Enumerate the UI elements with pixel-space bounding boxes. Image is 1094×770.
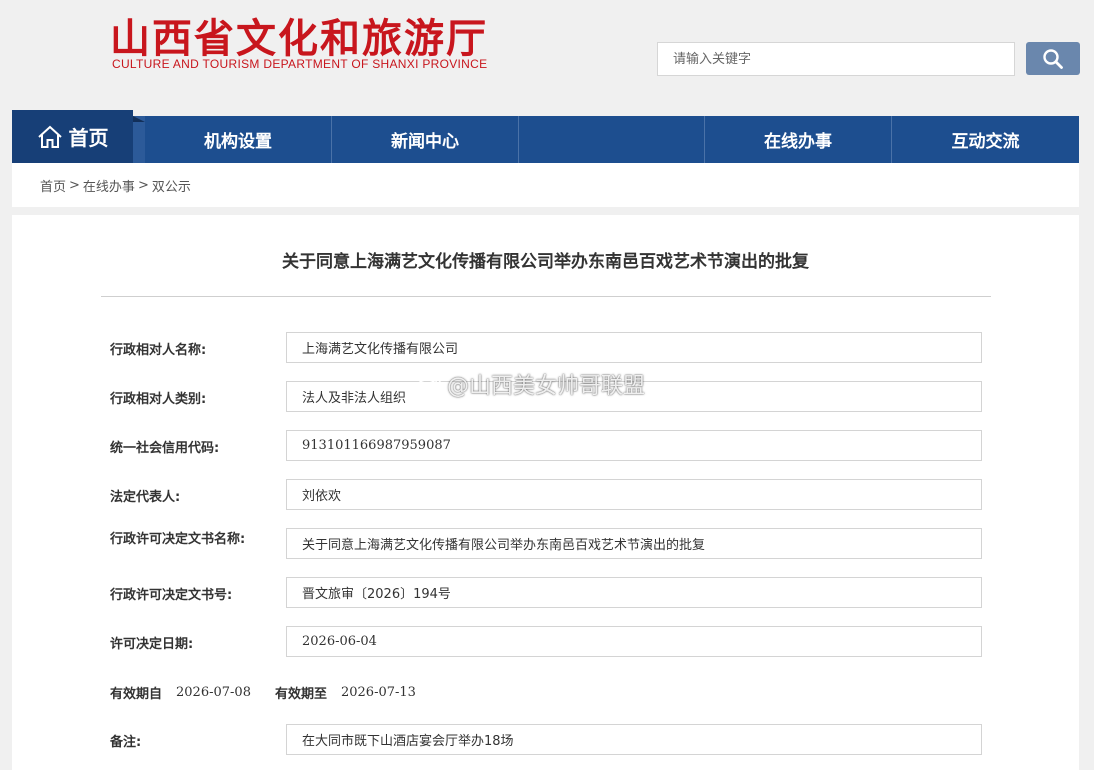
field-value-legal-rep: 刘依欢 [286,479,982,510]
field-label-party-name: 行政相对人名称: [110,343,207,358]
site-header: 山西省文化和旅游厅 CULTURE AND TOURISM DEPARTMENT… [0,0,1094,110]
watermark-text: @山西美女帅哥联盟 [447,374,646,399]
site-logo-subtitle: CULTURE AND TOURISM DEPARTMENT OF SHANXI… [112,57,488,71]
valid-to-label: 有效期至 [274,687,327,702]
valid-from-value: 2026-07-08 [176,685,251,700]
nav-accent-strip [133,116,145,163]
field-label-doc-name: 行政许可决定文书名称: [110,532,246,547]
breadcrumb-separator: > [137,177,149,193]
nav-item-news[interactable]: 新闻中心 [331,116,518,163]
field-label-legal-rep: 法定代表人: [110,490,181,505]
field-label-doc-number: 行政许可决定文书号: [110,588,233,603]
nav-item-home[interactable]: 首页 [12,110,145,163]
field-value-decision-date: 2026-06-04 [286,626,982,657]
valid-to-value: 2026-07-13 [340,685,416,700]
field-value-doc-name: 关于同意上海满艺文化传播有限公司举办东南邑百戏艺术节演出的批复 [286,528,982,559]
breadcrumb-separator: > [69,177,80,193]
breadcrumb-double-disclosure[interactable]: 双公示 [152,176,191,195]
breadcrumb-online-service[interactable]: 在线办事 [83,176,135,195]
title-divider [101,296,991,297]
document-panel: 关于同意上海满艺文化传播有限公司举办东南邑百戏艺术节演出的批复 行政相对人名称:… [12,215,1079,770]
site-logo-title[interactable]: 山西省文化和旅游厅 [110,6,488,64]
home-icon [37,125,63,149]
nav-item-online-service[interactable]: 在线办事 [704,116,891,163]
field-value-party-name: 上海满艺文化传播有限公司 [286,332,982,363]
breadcrumb-home[interactable]: 首页 [40,176,66,195]
weibo-icon [415,372,447,396]
validity-period: 有效期自 2026-07-08 有效期至 2026-07-13 [110,683,440,702]
nav-item-interaction[interactable]: 互动交流 [891,116,1079,163]
search-button[interactable] [1026,42,1080,75]
field-value-doc-number: 晋文旅审〔2026〕194号 [286,577,982,608]
nav-home-label: 首页 [68,126,109,150]
search-input[interactable] [657,42,1015,76]
field-label-remark: 备注: [110,735,142,750]
field-label-party-category: 行政相对人类别: [110,392,207,407]
field-label-decision-date: 许可决定日期: [110,637,194,652]
breadcrumb: 首页 > 在线办事 > 双公示 [12,163,1079,207]
field-value-remark: 在大同市既下山酒店宴会厅举办18场 [286,724,982,755]
nav-item-blank[interactable] [518,116,704,163]
search-icon [1042,48,1064,70]
field-value-credit-code: 913101166987959087 [286,430,982,461]
weibo-watermark: @山西美女帅哥联盟 [415,368,645,400]
field-label-credit-code: 统一社会信用代码: [110,441,220,456]
document-title: 关于同意上海满艺文化传播有限公司举办东南邑百戏艺术节演出的批复 [282,252,809,272]
nav-item-organization[interactable]: 机构设置 [145,116,331,163]
valid-from-label: 有效期自 [110,687,163,702]
